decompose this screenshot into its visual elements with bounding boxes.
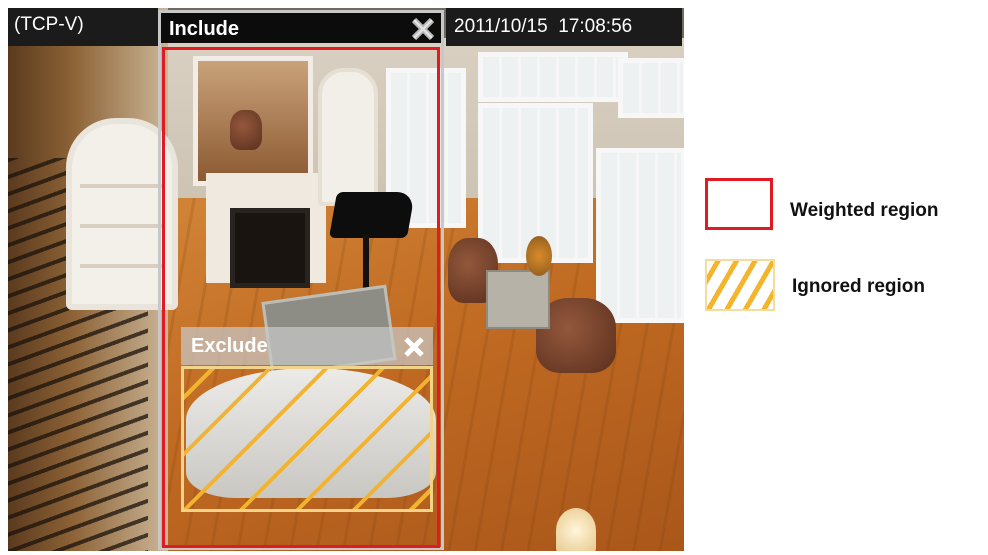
timestamp-overlay: 2011/10/15 17:08:56: [446, 8, 682, 46]
include-window-title[interactable]: Include: [161, 13, 441, 43]
close-icon[interactable]: [404, 337, 424, 357]
close-icon[interactable]: [412, 18, 434, 40]
ignored-region-swatch: [705, 259, 775, 311]
exclude-window-title[interactable]: Exclude: [181, 327, 433, 365]
weighted-region-label: Weighted region: [790, 200, 939, 221]
ignored-region-label: Ignored region: [792, 276, 925, 297]
exclude-ignored-region[interactable]: [181, 366, 433, 512]
stream-protocol-label: (TCP-V): [8, 8, 158, 46]
weighted-region-swatch: [705, 178, 773, 230]
